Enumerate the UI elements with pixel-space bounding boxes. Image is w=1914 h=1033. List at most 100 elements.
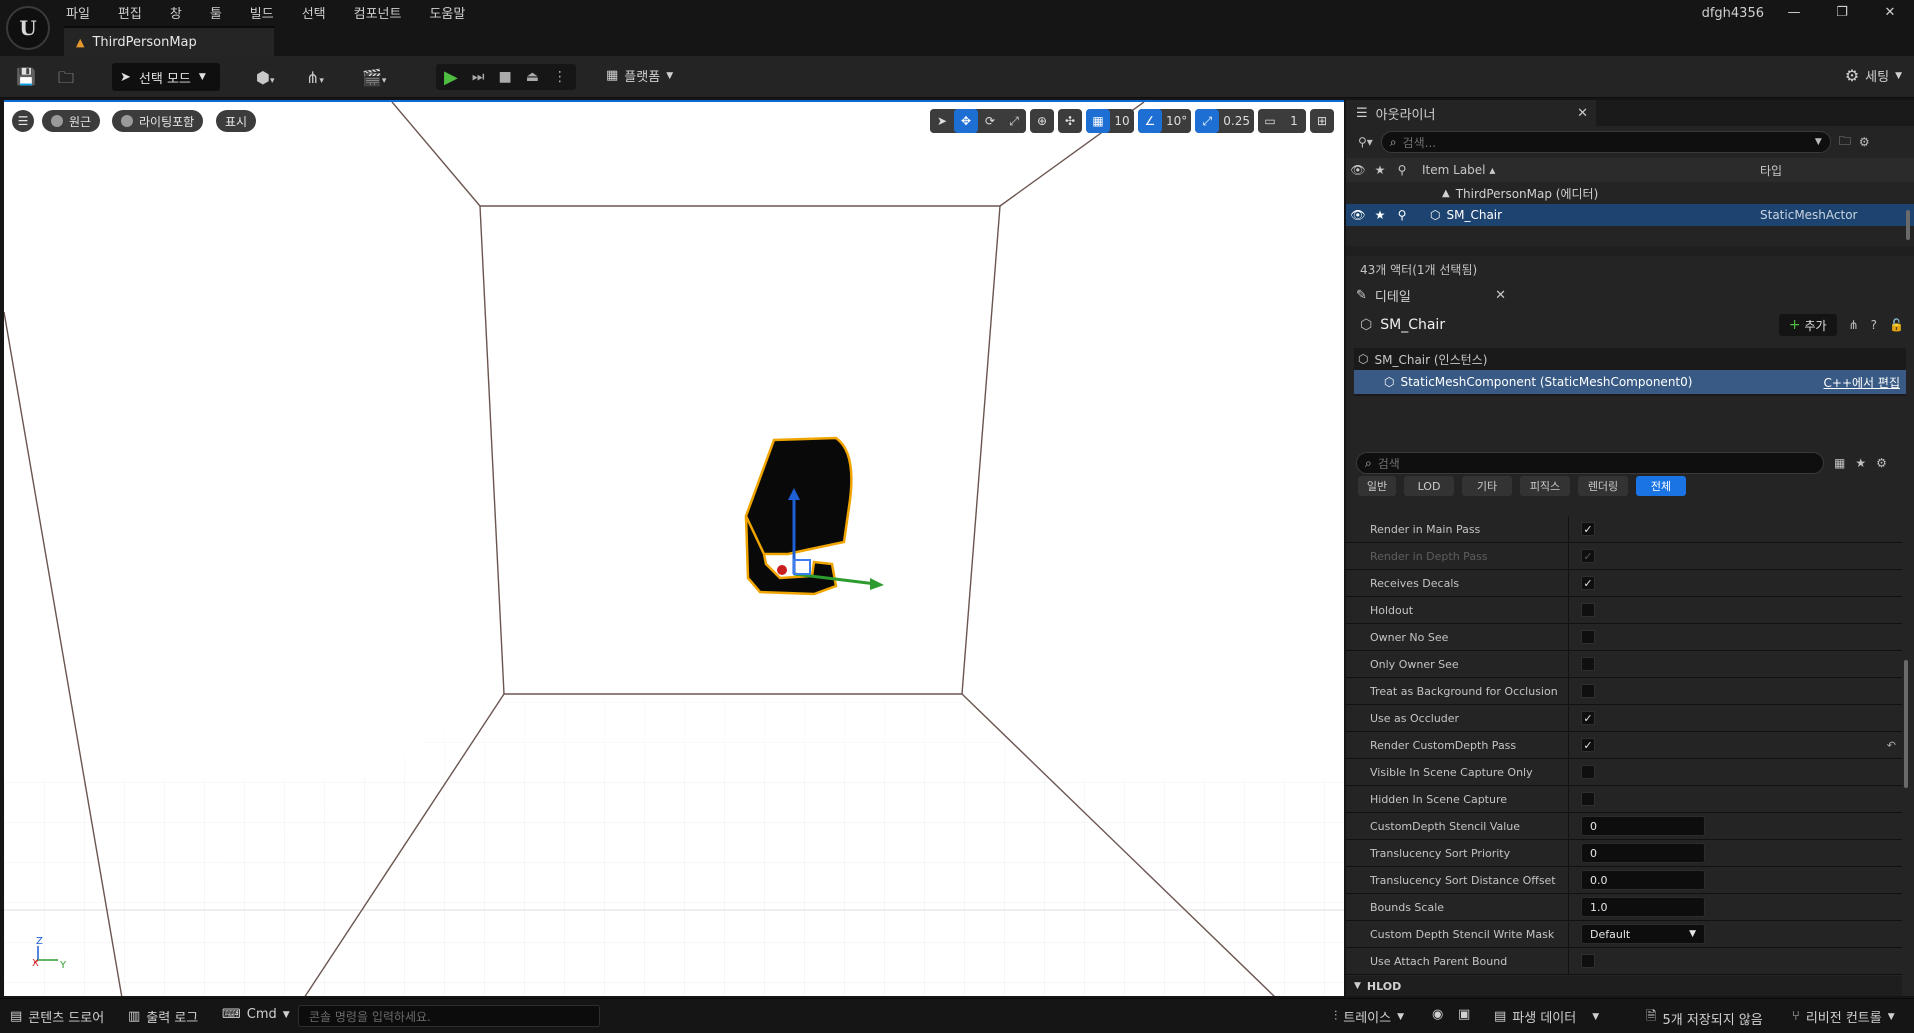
- filter-tab-general[interactable]: 일반: [1358, 476, 1396, 496]
- level-viewport[interactable]: ☰ 원근 라이팅포함 표시 ➤ ✥ ⟳ ⤢ ⊕ ✣ ▦ 10 ∠ 10° ⤢ 0…: [4, 100, 1344, 996]
- unreal-logo-icon[interactable]: U: [6, 6, 50, 50]
- rotate-tool-icon[interactable]: ⟳: [978, 109, 1002, 133]
- gizmo-x-handle[interactable]: [777, 565, 787, 575]
- menu-file[interactable]: 파일: [66, 3, 90, 22]
- property-checkbox[interactable]: [1581, 630, 1595, 644]
- revision-control-button[interactable]: ⑂ 리비전 컨트롤 ▼: [1792, 1007, 1895, 1026]
- edit-cpp-link[interactable]: C++에서 편집: [1824, 374, 1900, 391]
- star-icon[interactable]: ★: [1370, 208, 1390, 222]
- property-checkbox[interactable]: [1581, 603, 1595, 617]
- close-icon[interactable]: ✕: [1577, 106, 1588, 121]
- gizmo-plane-handle[interactable]: [793, 559, 811, 575]
- table-view-icon[interactable]: ▦: [1834, 456, 1845, 470]
- play-icon[interactable]: ▶: [444, 67, 458, 88]
- property-select[interactable]: Default ▼: [1581, 924, 1705, 944]
- lock-icon[interactable]: 🔓: [1889, 318, 1904, 332]
- reset-to-default-icon[interactable]: ↶: [1887, 739, 1896, 752]
- derived-data-button[interactable]: ▤ 파생 데이터 ▼: [1494, 1007, 1599, 1026]
- perspective-button[interactable]: 원근: [42, 110, 101, 132]
- viewport-options-button[interactable]: ☰: [12, 110, 34, 132]
- restore-icon[interactable]: ❐: [1818, 5, 1866, 20]
- filter-tab-all[interactable]: 전체: [1636, 476, 1686, 496]
- minimize-icon[interactable]: —: [1770, 5, 1818, 20]
- select-mode-dropdown[interactable]: ➤ 선택 모드 ▼: [112, 63, 220, 91]
- stop-icon[interactable]: ■: [498, 69, 511, 85]
- rotation-snap-group[interactable]: ∠ 10°: [1138, 109, 1192, 133]
- section-hlod[interactable]: ▼ HLOD: [1346, 976, 1902, 996]
- cinematics-icon[interactable]: 🎬▾: [362, 68, 386, 87]
- level-tab[interactable]: ▲ ThirdPersonMap: [64, 26, 274, 56]
- add-folder-icon[interactable]: 🗀: [1839, 132, 1851, 153]
- pin-icon[interactable]: ⚲: [1390, 163, 1414, 177]
- world-space-icon[interactable]: ⊕: [1030, 109, 1054, 133]
- component-row[interactable]: ⬡ StaticMeshComponent (StaticMeshCompone…: [1354, 370, 1906, 394]
- instance-row[interactable]: ⬡ SM_Chair (인스턴스): [1354, 348, 1906, 370]
- help-icon[interactable]: ?: [1871, 318, 1877, 332]
- menu-help[interactable]: 도움말: [429, 3, 465, 22]
- save-icon[interactable]: 💾: [16, 67, 36, 86]
- scale-snap-group[interactable]: ⤢ 0.25: [1195, 109, 1254, 133]
- menu-tools[interactable]: 툴: [210, 3, 222, 22]
- property-checkbox[interactable]: ✓: [1581, 522, 1595, 536]
- menu-select[interactable]: 선택: [302, 3, 326, 22]
- property-checkbox[interactable]: ✓: [1581, 738, 1595, 752]
- platform-menu[interactable]: ▦ 플랫폼 ▼: [606, 66, 673, 85]
- property-checkbox[interactable]: [1581, 765, 1595, 779]
- layout-icon[interactable]: ⊞: [1310, 109, 1334, 133]
- property-checkbox[interactable]: ✓: [1581, 711, 1595, 725]
- filter-tab-rendering[interactable]: 렌더링: [1578, 476, 1628, 496]
- property-checkbox[interactable]: [1581, 954, 1595, 968]
- visibility-icon[interactable]: 👁: [1346, 163, 1370, 177]
- content-drawer-button[interactable]: ▤ 콘텐츠 드로어: [10, 1007, 104, 1026]
- add-actor-icon[interactable]: ⬢▾: [256, 68, 275, 87]
- select-tool-icon[interactable]: ➤: [930, 109, 954, 133]
- scale-tool-icon[interactable]: ⤢: [1002, 109, 1026, 133]
- close-icon[interactable]: ✕: [1866, 5, 1914, 20]
- pin-icon[interactable]: ⚲: [1390, 208, 1414, 222]
- grid-snap-group[interactable]: ▦ 10: [1086, 109, 1134, 133]
- col-item-label[interactable]: Item Label ▴: [1414, 163, 1754, 177]
- settings-menu[interactable]: ⚙ 세팅 ▼: [1845, 66, 1902, 85]
- col-type[interactable]: 타입: [1754, 162, 1782, 179]
- property-number-field[interactable]: 0: [1581, 816, 1705, 836]
- property-checkbox[interactable]: ✓: [1581, 576, 1595, 590]
- blueprint-icon[interactable]: ⋔: [1849, 318, 1859, 332]
- visibility-icon[interactable]: 👁: [1346, 208, 1370, 222]
- actor-name[interactable]: SM_Chair: [1380, 317, 1445, 333]
- property-number-field[interactable]: 1.0: [1581, 897, 1705, 917]
- output-log-button[interactable]: ▥ 출력 로그: [128, 1007, 198, 1026]
- menu-build[interactable]: 빌드: [250, 3, 274, 22]
- cmd-dropdown[interactable]: ⌨ Cmd ▼: [222, 1007, 290, 1022]
- sm-chair-mesh[interactable]: [744, 436, 853, 596]
- property-number-field[interactable]: 0: [1581, 843, 1705, 863]
- screenshot-icon[interactable]: ▣: [1458, 1007, 1470, 1022]
- more-icon[interactable]: ⋮: [553, 69, 567, 85]
- details-scrollbar[interactable]: [1904, 660, 1908, 788]
- unsaved-button[interactable]: 🗎 5개 저장되지 않음: [1646, 1007, 1763, 1029]
- gear-icon[interactable]: ⚙: [1859, 135, 1870, 149]
- outliner-row-sm-chair[interactable]: 👁 ★ ⚲ ⬡ SM_Chair StaticMeshActor: [1346, 204, 1914, 226]
- filter-tab-misc[interactable]: 기타: [1462, 476, 1512, 496]
- property-checkbox[interactable]: [1581, 792, 1595, 806]
- filter-tab-lod[interactable]: LOD: [1404, 476, 1454, 496]
- property-checkbox[interactable]: [1581, 657, 1595, 671]
- blueprint-icon[interactable]: ⋔▾: [306, 68, 324, 87]
- gizmo-y-arrow[interactable]: [870, 578, 884, 590]
- property-checkbox[interactable]: [1581, 684, 1595, 698]
- filter-tab-physics[interactable]: 피직스: [1520, 476, 1570, 496]
- surface-snap-icon[interactable]: ✣: [1058, 109, 1082, 133]
- favorite-icon[interactable]: ★: [1855, 456, 1866, 470]
- show-button[interactable]: 표시: [216, 110, 257, 132]
- outliner-scrollbar[interactable]: [1906, 210, 1910, 240]
- browse-icon[interactable]: 🗀: [58, 67, 74, 94]
- outliner-row-level[interactable]: ▲ ThirdPersonMap (에디터): [1346, 182, 1914, 204]
- property-number-field[interactable]: 0.0: [1581, 870, 1705, 890]
- gear-icon[interactable]: ⚙: [1876, 456, 1887, 470]
- star-icon[interactable]: ★: [1370, 163, 1390, 177]
- menu-component[interactable]: 컴포넌트: [354, 3, 402, 22]
- eject-icon[interactable]: ⏏: [526, 69, 539, 85]
- filter-icon[interactable]: ⚲▾: [1358, 135, 1373, 149]
- close-icon[interactable]: ✕: [1495, 288, 1506, 303]
- lighting-button[interactable]: 라이팅포함: [112, 110, 204, 132]
- trace-button[interactable]: ⫶ 트레이스 ▼: [1334, 1007, 1404, 1026]
